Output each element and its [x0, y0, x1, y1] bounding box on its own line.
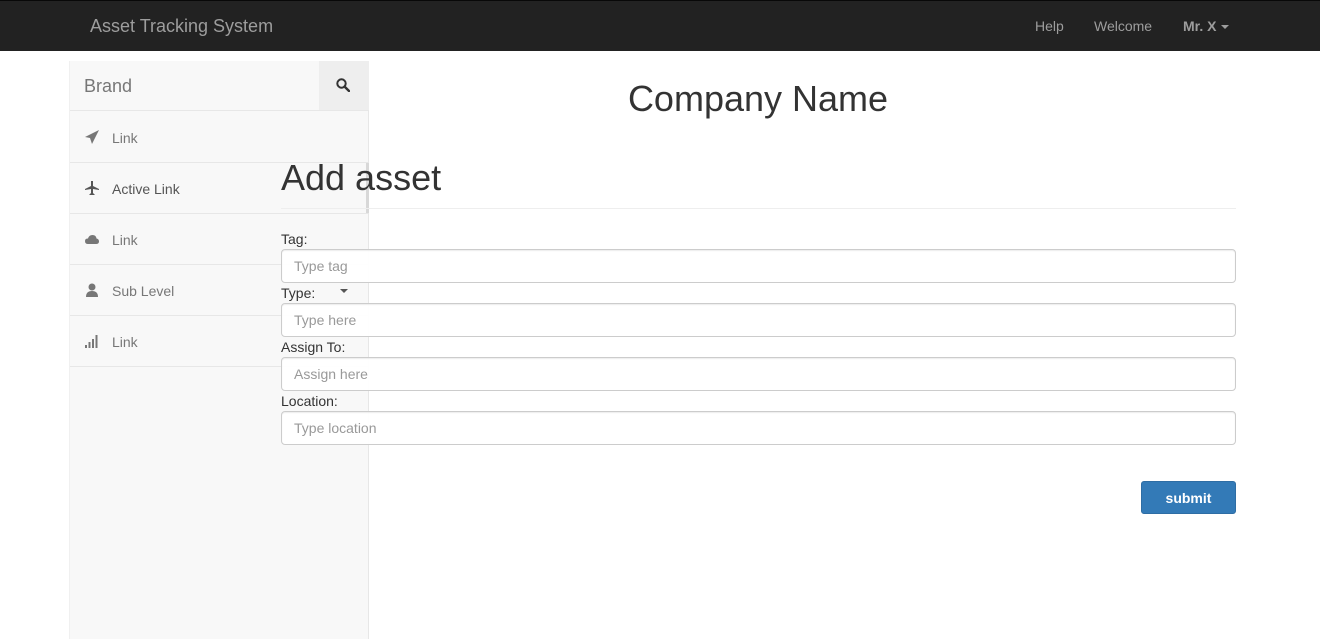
user-name: Mr. X [1183, 18, 1217, 34]
sidebar-item-label: Sub Level [112, 283, 175, 299]
sidebar-item-label: Link [112, 232, 138, 248]
help-link[interactable]: Help [1035, 18, 1064, 34]
page-title: Add asset [281, 157, 442, 198]
cloud-icon [85, 235, 99, 244]
user-icon [86, 283, 98, 297]
paper-plane-icon [85, 130, 99, 144]
top-navbar: Asset Tracking System Help Welcome Mr. X [0, 0, 1320, 51]
user-menu[interactable]: Mr. X [1183, 18, 1230, 34]
type-input[interactable] [281, 303, 1236, 337]
sidebar-item-label: Link [112, 334, 138, 350]
sidebar-item-label: Link [112, 130, 138, 146]
assign-to-label: Assign To: [281, 339, 346, 355]
sidebar-item-link-1[interactable]: Link [70, 112, 369, 163]
assign-to-input[interactable] [281, 357, 1236, 391]
submit-button[interactable]: submit [1141, 481, 1236, 514]
tag-input[interactable] [281, 249, 1236, 283]
company-name: Company Name [627, 78, 889, 119]
app-title[interactable]: Asset Tracking System [90, 16, 273, 37]
chevron-down-icon [1221, 25, 1230, 30]
tag-label: Tag: [281, 231, 308, 247]
divider [281, 208, 1236, 209]
location-input[interactable] [281, 411, 1236, 445]
plane-icon [85, 181, 99, 195]
sidebar-search-button[interactable] [319, 61, 369, 111]
sidebar-brand[interactable]: Brand [70, 61, 319, 111]
sidebar-item-label: Active Link [112, 181, 180, 197]
signal-bars-icon [85, 335, 98, 348]
search-icon [336, 78, 350, 92]
sidebar-brand-label: Brand [84, 76, 133, 96]
chevron-down-icon[interactable] [340, 289, 348, 293]
welcome-link[interactable]: Welcome [1094, 18, 1152, 34]
location-label: Location: [281, 393, 338, 409]
type-label: Type: [281, 285, 316, 301]
